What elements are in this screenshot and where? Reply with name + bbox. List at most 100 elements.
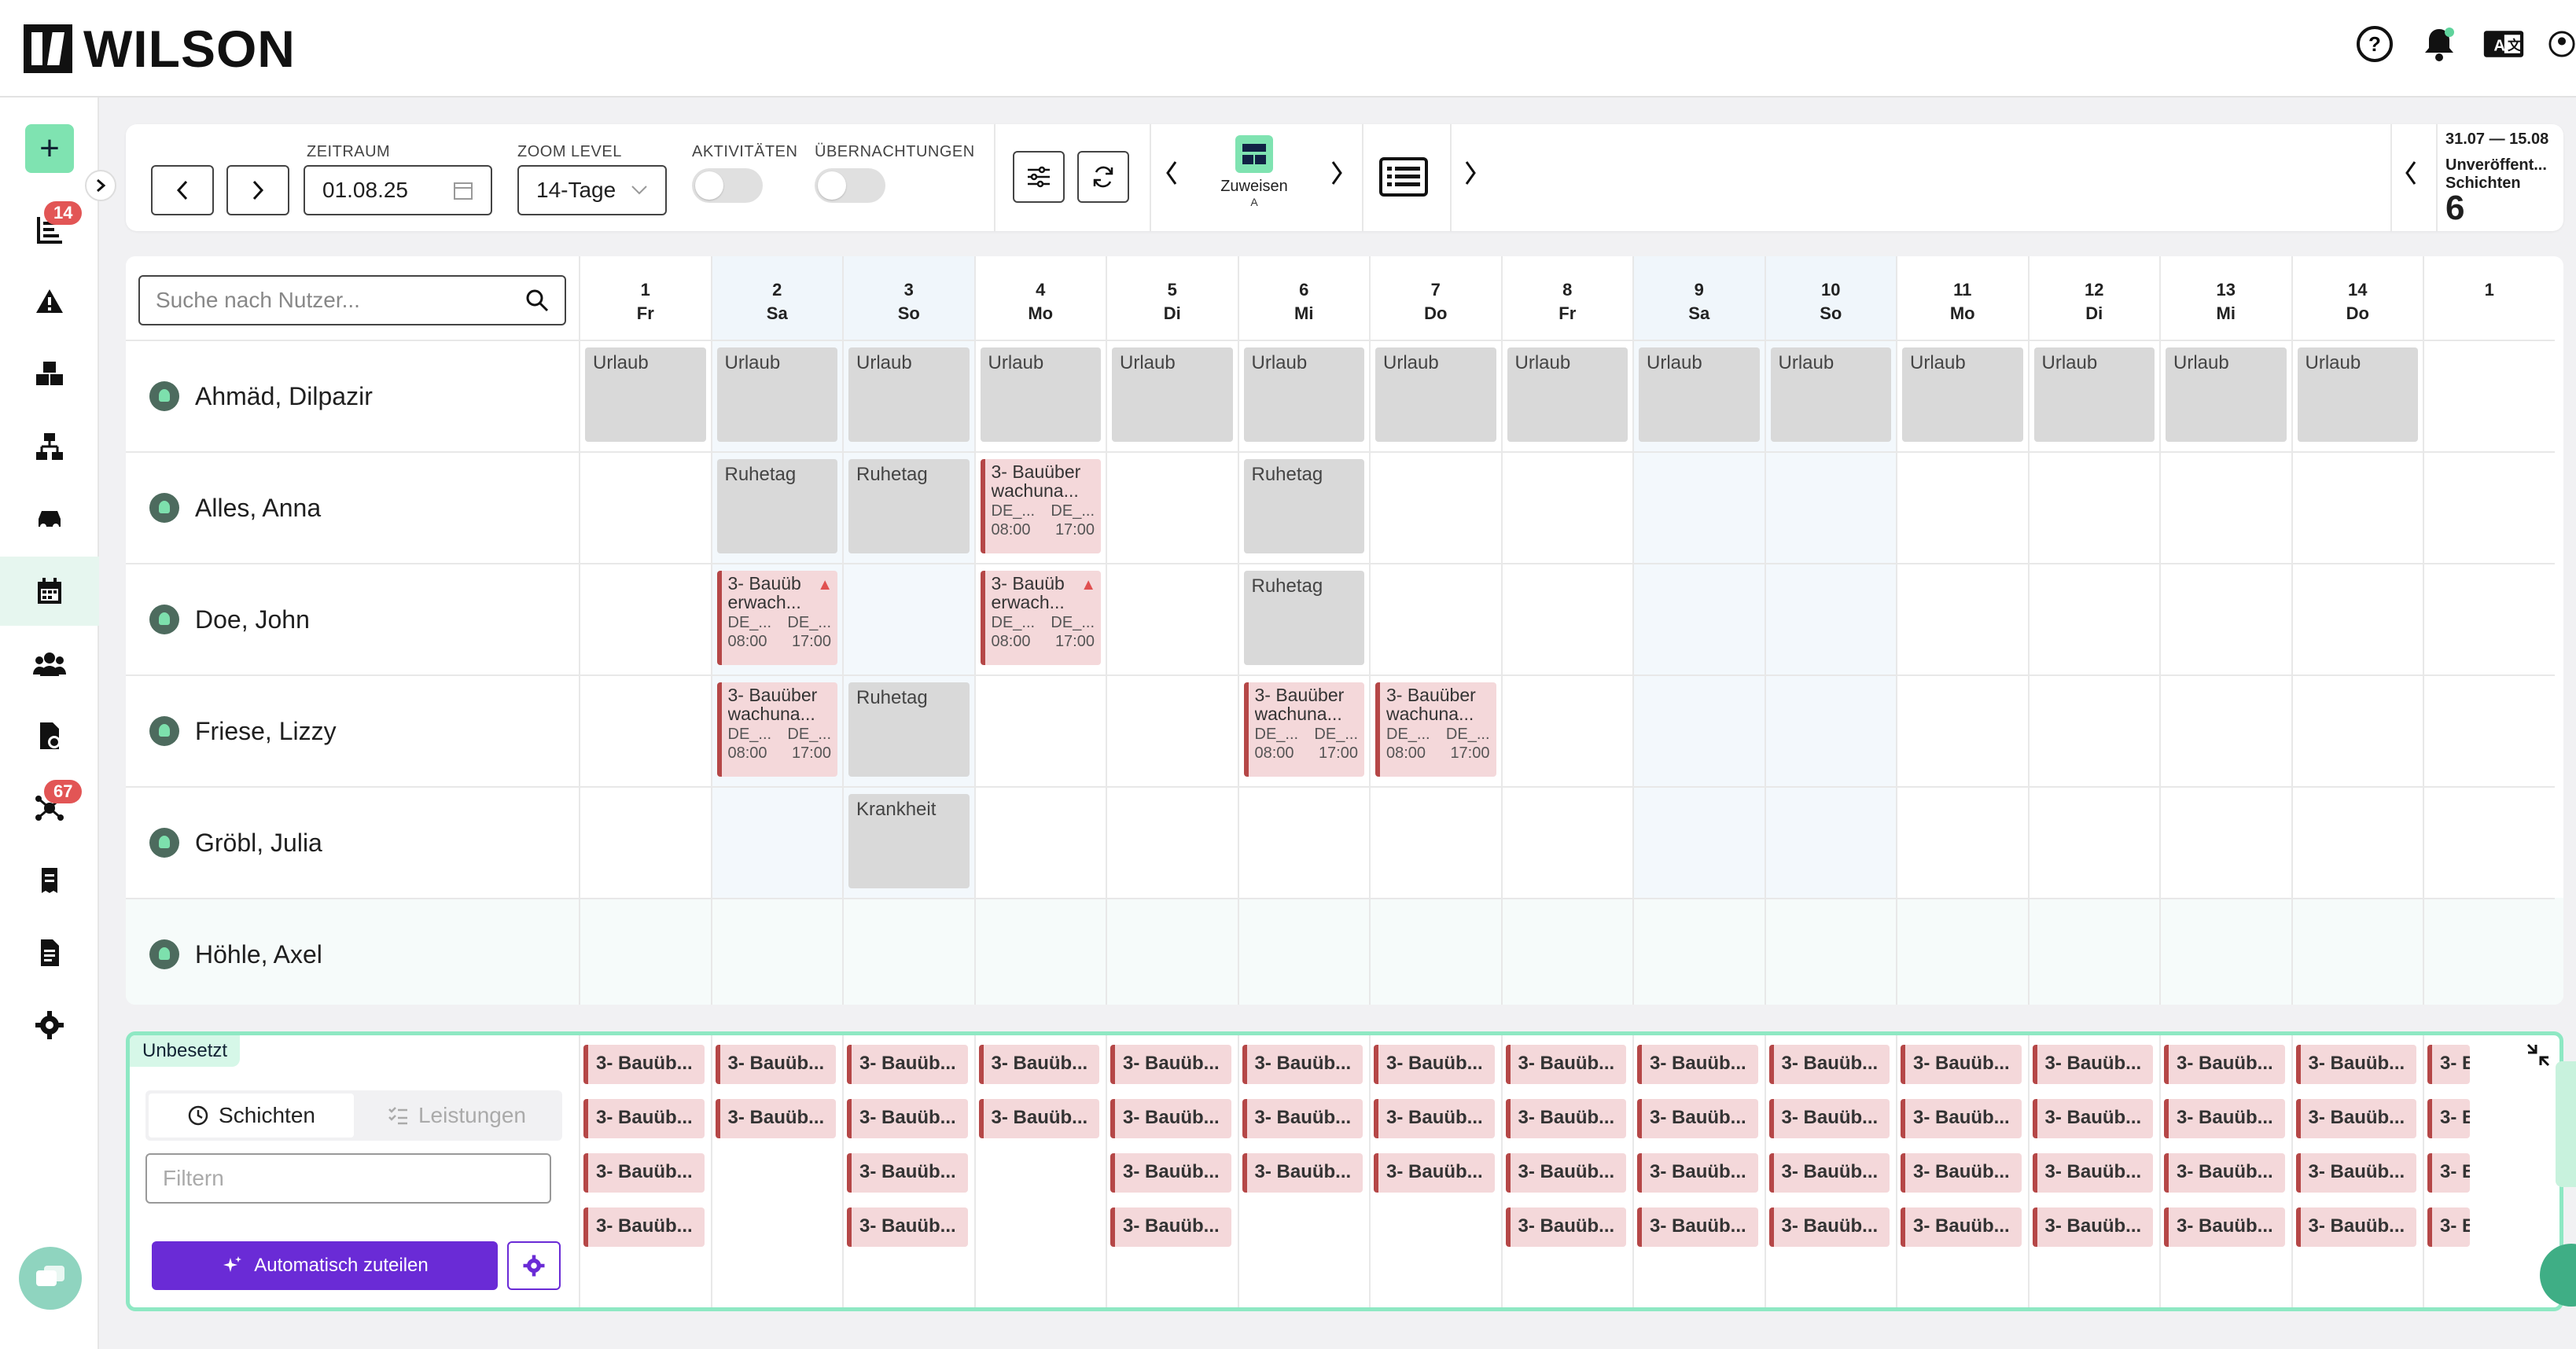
schedule-cell[interactable] xyxy=(2159,674,2291,786)
schedule-cell[interactable] xyxy=(1632,451,1765,563)
urlaub-block[interactable]: Urlaub xyxy=(1507,347,1628,442)
schedule-cell[interactable]: 3- Bauüber wachuna... DE_... DE_... 08:00 17… xyxy=(1369,674,1501,786)
schedule-cell[interactable] xyxy=(1764,674,1896,786)
shift-card[interactable]: 3- Bauüber wachuna... DE_... DE_... 08:00 17… xyxy=(1375,682,1496,777)
unassigned-shift-chip[interactable]: 3- Bauüb... xyxy=(978,1045,1099,1084)
user-row[interactable]: Doe, John xyxy=(126,563,579,674)
add-button[interactable]: + xyxy=(25,124,74,173)
schedule-cell[interactable]: Ruhetag xyxy=(1237,451,1369,563)
list-view-button[interactable] xyxy=(1379,157,1428,200)
urlaub-block[interactable]: Urlaub xyxy=(2297,347,2418,442)
sidebar-item-schedule[interactable] xyxy=(0,557,99,626)
unassigned-shift-chip[interactable]: 3- Bauüb... xyxy=(1901,1099,2022,1138)
assign-prev-button[interactable] xyxy=(1164,159,1179,195)
schedule-cell[interactable] xyxy=(1764,898,1896,1005)
shift-card[interactable]: 3- Bauüber wachuna... DE_... DE_... 08:00 17… xyxy=(1243,682,1364,777)
urlaub-block[interactable]: Urlaub xyxy=(1639,347,1760,442)
schedule-cell[interactable] xyxy=(2027,563,2159,674)
unassigned-shift-chip[interactable]: 3- Bauüb... xyxy=(847,1207,968,1247)
schedule-cell[interactable]: Urlaub xyxy=(842,340,974,451)
krankheit-block[interactable]: Krankheit xyxy=(848,794,970,888)
schedule-cell[interactable] xyxy=(579,786,711,898)
user-row[interactable]: Höhle, Axel xyxy=(126,898,579,1005)
shift-card[interactable]: 3- Bauüber wachuna... DE_... DE_... 08:00 17… xyxy=(716,682,837,777)
refresh-button[interactable] xyxy=(1077,151,1129,203)
schedule-cell[interactable] xyxy=(2291,786,2423,898)
schedule-cell[interactable] xyxy=(1237,898,1369,1005)
urlaub-block[interactable]: Urlaub xyxy=(1112,347,1233,442)
unassigned-shift-chip[interactable]: 3- Bauüb... xyxy=(1110,1207,1231,1247)
urlaub-block[interactable]: Urlaub xyxy=(2033,347,2155,442)
unassigned-shift-chip[interactable]: 3- Bauüb... xyxy=(2295,1153,2416,1193)
unassigned-shift-chip[interactable]: 3- Bauüb... xyxy=(2295,1099,2416,1138)
user-row[interactable]: Alles, Anna xyxy=(126,451,579,563)
unassigned-shift-chip[interactable]: 3- Bauüb... xyxy=(847,1099,968,1138)
next-period-button[interactable] xyxy=(226,165,289,215)
schedule-cell[interactable] xyxy=(579,898,711,1005)
unassigned-shift-chip[interactable]: 3- Bauüb... xyxy=(1505,1153,1626,1193)
sidebar-item-vehicles[interactable] xyxy=(0,484,99,553)
schedule-cell[interactable] xyxy=(1632,786,1765,898)
schedule-cell[interactable] xyxy=(1896,563,2028,674)
schedule-cell[interactable]: 3- Bauüber wachuna... DE_... DE_... 08:00 17… xyxy=(710,674,842,786)
schedule-cell[interactable] xyxy=(2027,786,2159,898)
schedule-cell[interactable]: Urlaub xyxy=(1500,340,1632,451)
unassigned-shift-chip[interactable]: 3- Bauüb... xyxy=(1637,1045,1758,1084)
unassigned-shift-chip[interactable]: 3- Bauüb... xyxy=(1110,1045,1231,1084)
schedule-cell[interactable]: 3- Bauüber wachuna... DE_... DE_... 08:00 17… xyxy=(973,451,1106,563)
schedule-cell[interactable] xyxy=(1369,898,1501,1005)
schedule-cell[interactable] xyxy=(1500,451,1632,563)
schedule-cell[interactable] xyxy=(1500,563,1632,674)
unassigned-shift-chip[interactable]: 3- Bauüb... xyxy=(1242,1099,1363,1138)
sidebar-item-reports[interactable] xyxy=(0,846,99,915)
schedule-cell[interactable] xyxy=(842,898,974,1005)
sidebar-item-alerts[interactable] xyxy=(0,267,99,336)
schedule-cell[interactable] xyxy=(710,786,842,898)
schedule-cell[interactable] xyxy=(1369,451,1501,563)
unassigned-shift-chip[interactable]: 3- Bauüb... xyxy=(1374,1153,1495,1193)
schedule-cell[interactable] xyxy=(1896,674,2028,786)
schedule-cell[interactable] xyxy=(2423,898,2555,1005)
unassigned-shift-chip[interactable]: 3- Bauüb... xyxy=(2164,1153,2285,1193)
unassigned-shift-chip[interactable]: 3- Bauüb... xyxy=(2032,1045,2153,1084)
unassigned-shift-chip[interactable]: 3- Bauüb... xyxy=(1505,1099,1626,1138)
unassigned-shift-chip[interactable]: 3- Bauüb... xyxy=(1768,1207,1890,1247)
auto-assign-settings-button[interactable] xyxy=(507,1241,561,1290)
unassigned-shift-chip[interactable]: 3- Bauüb... xyxy=(1242,1045,1363,1084)
ruhetag-block[interactable]: Ruhetag xyxy=(1243,571,1364,665)
unassigned-shift-chip[interactable]: 3- B xyxy=(2427,1099,2470,1138)
schedule-cell[interactable] xyxy=(1106,786,1238,898)
schedule-cell[interactable]: 3- Bauüb erwach... ▲ DE_... DE_... 08:00 17:0… xyxy=(973,563,1106,674)
help-icon[interactable]: ? xyxy=(2354,24,2395,64)
schedule-cell[interactable] xyxy=(1106,674,1238,786)
wilson-logo[interactable]: WILSON xyxy=(24,20,296,78)
schedule-cell[interactable]: Ruhetag xyxy=(710,451,842,563)
schedule-cell[interactable] xyxy=(710,898,842,1005)
schedule-cell[interactable] xyxy=(1896,786,2028,898)
zuweisen-button[interactable]: Zuweisen A xyxy=(1203,135,1305,222)
zoom-level-select[interactable]: 14-Tage xyxy=(517,165,667,215)
summary-prev-button[interactable] xyxy=(2403,159,2419,195)
urlaub-block[interactable]: Urlaub xyxy=(585,347,706,442)
schedule-cell[interactable]: Urlaub xyxy=(579,340,711,451)
schedule-cell[interactable] xyxy=(2159,451,2291,563)
sidebar-item-invoices[interactable] xyxy=(0,918,99,987)
unassigned-shift-chip[interactable]: 3- Bauüb... xyxy=(1110,1153,1231,1193)
unassigned-shift-chip[interactable]: 3- Bauüb... xyxy=(715,1045,836,1084)
urlaub-block[interactable]: Urlaub xyxy=(848,347,970,442)
unassigned-shift-chip[interactable]: 3- B xyxy=(2427,1153,2470,1193)
schedule-cell[interactable] xyxy=(1369,563,1501,674)
unassigned-shift-chip[interactable]: 3- Ba xyxy=(2427,1207,2470,1247)
sidebar-item-timesheets[interactable]: 14 xyxy=(0,195,99,264)
assign-next-button[interactable] xyxy=(1329,159,1345,195)
sidebar-item-objects[interactable] xyxy=(0,340,99,409)
ruhetag-block[interactable]: Ruhetag xyxy=(848,459,970,553)
schedule-cell[interactable] xyxy=(2423,674,2555,786)
unassigned-shift-chip[interactable]: 3- Bauüb... xyxy=(583,1099,705,1138)
chat-button[interactable] xyxy=(19,1247,82,1310)
unassigned-shift-chip[interactable]: 3- Bauüb... xyxy=(2032,1099,2153,1138)
aktivitaeten-toggle[interactable] xyxy=(692,168,763,203)
urlaub-block[interactable]: Urlaub xyxy=(1902,347,2023,442)
schedule-cell[interactable] xyxy=(2291,898,2423,1005)
schedule-cell[interactable] xyxy=(2159,786,2291,898)
